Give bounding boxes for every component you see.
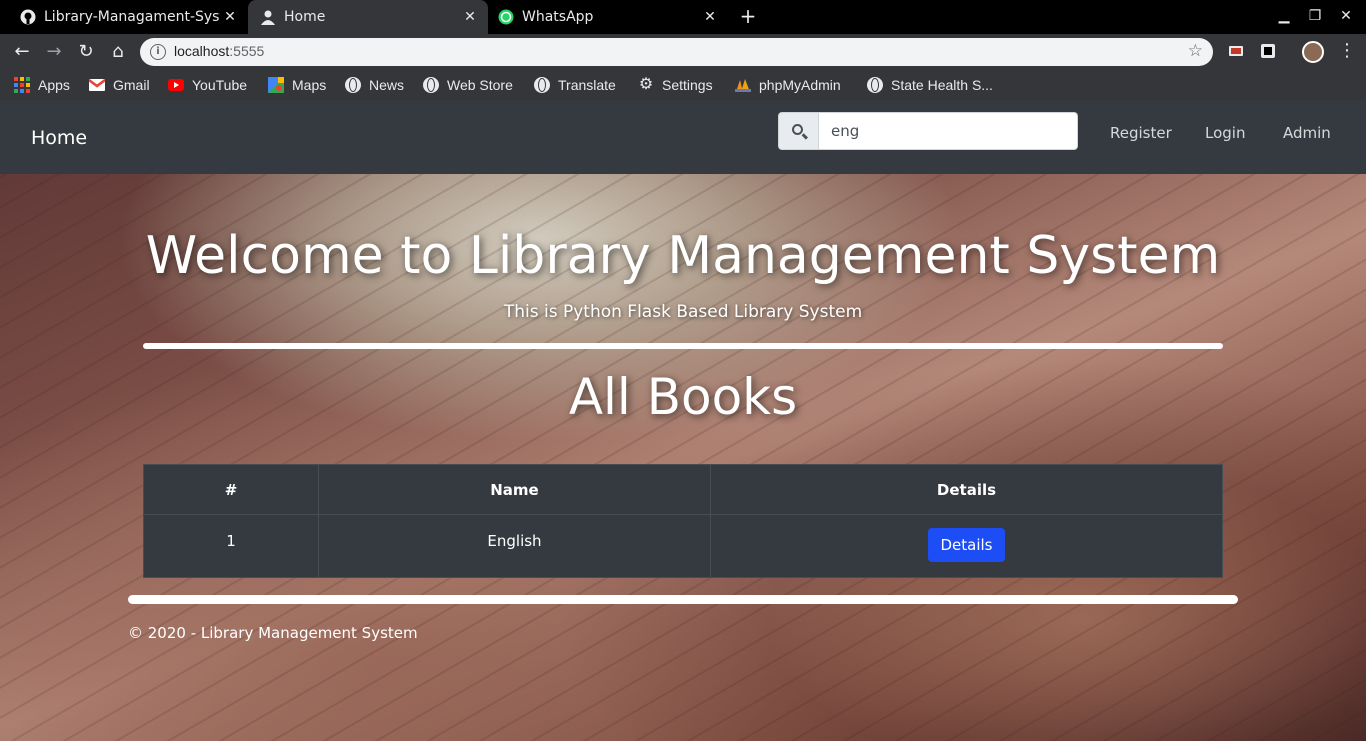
bookmark-label: News: [369, 77, 405, 93]
globe-icon: [534, 77, 550, 93]
gear-icon: ⚙: [638, 76, 654, 93]
bookmark-label: phpMyAdmin: [759, 77, 841, 93]
divider: [143, 343, 1223, 349]
close-icon[interactable]: ✕: [222, 9, 238, 25]
bookmark-translate[interactable]: Translate: [534, 76, 616, 94]
youtube-icon: [168, 79, 184, 91]
apps-grid-icon: [14, 77, 30, 93]
bookmark-youtube[interactable]: YouTube: [168, 76, 247, 94]
footer-text: © 2020 - Library Management System: [128, 624, 418, 642]
tab-whatsapp[interactable]: WhatsApp ✕: [488, 0, 728, 34]
column-header-number: #: [143, 464, 319, 515]
url-host: localhost: [174, 43, 230, 59]
info-icon[interactable]: i: [150, 44, 166, 60]
close-icon[interactable]: ✕: [702, 9, 718, 25]
bookmark-label: YouTube: [192, 77, 248, 93]
search-icon: [792, 124, 803, 135]
bookmark-news[interactable]: News: [345, 76, 404, 94]
globe-icon: [345, 77, 361, 93]
navbar-brand-home[interactable]: Home: [31, 127, 87, 149]
window-close-icon[interactable]: ✕: [1336, 6, 1356, 26]
cell-number: 1: [143, 514, 319, 578]
details-button[interactable]: Details: [928, 528, 1005, 562]
bookmark-apps[interactable]: Apps: [14, 76, 70, 94]
maximize-icon[interactable]: ❐: [1305, 6, 1325, 26]
search-addon: [778, 112, 819, 150]
address-url: localhost:5555: [174, 43, 264, 59]
bookmark-label: Apps: [38, 77, 70, 93]
close-icon[interactable]: ✕: [462, 9, 478, 25]
cast-icon[interactable]: [1228, 43, 1244, 59]
extension-icon[interactable]: [1260, 43, 1276, 59]
globe-icon: [867, 77, 883, 93]
bookmark-label: Translate: [558, 77, 616, 93]
nav-link-login[interactable]: Login: [1205, 124, 1245, 142]
github-icon: [20, 9, 36, 25]
bookmarks-bar: Apps Gmail YouTube Maps News Web Store T…: [0, 70, 1366, 100]
new-tab-plus-icon[interactable]: +: [738, 6, 758, 26]
column-header-details: Details: [710, 464, 1223, 515]
tab-github[interactable]: Library-Managament-Syst ✕: [0, 0, 248, 34]
url-port: :5555: [229, 43, 265, 59]
divider: [128, 595, 1238, 604]
back-arrow-icon[interactable]: ←: [11, 41, 33, 63]
person-icon: [261, 10, 275, 25]
reload-icon[interactable]: ↻: [75, 41, 97, 63]
bookmark-web-store[interactable]: Web Store: [423, 76, 513, 94]
profile-avatar[interactable]: [1302, 41, 1324, 63]
globe-icon: [423, 77, 439, 93]
tab-title: Library-Managament-Syst: [44, 9, 220, 25]
browser-toolbar: ← → ↻ ⌂ i localhost:5555 ☆ ⋮: [0, 34, 1366, 70]
menu-kebab-icon[interactable]: ⋮: [1338, 40, 1356, 62]
maps-icon: [268, 77, 284, 93]
tab-title: WhatsApp: [522, 9, 594, 25]
forward-arrow-icon[interactable]: →: [43, 41, 65, 63]
bookmark-maps[interactable]: Maps: [268, 76, 326, 94]
books-table: # Name Details 1 English Details: [143, 464, 1223, 578]
bookmark-gmail[interactable]: Gmail: [89, 76, 150, 94]
phpmyadmin-icon: [735, 79, 751, 92]
cell-name: English: [318, 514, 711, 578]
bookmark-settings[interactable]: ⚙ Settings: [638, 76, 713, 94]
search-input[interactable]: [819, 112, 1078, 150]
page-body: Home Register Login Admin Welcome to Lib…: [0, 100, 1366, 741]
minimize-icon[interactable]: ▁: [1274, 6, 1294, 26]
home-icon[interactable]: ⌂: [107, 41, 129, 63]
search-group: [778, 112, 1078, 150]
bookmark-state-health[interactable]: State Health S...: [867, 76, 993, 94]
hero-title: Welcome to Library Management System: [145, 226, 1221, 286]
bookmark-label: State Health S...: [891, 77, 993, 93]
bookmark-phpmyadmin[interactable]: phpMyAdmin: [735, 76, 841, 94]
bookmark-label: Gmail: [113, 77, 150, 93]
nav-link-register[interactable]: Register: [1110, 124, 1172, 142]
bookmark-label: Maps: [292, 77, 327, 93]
gmail-icon: [89, 79, 105, 91]
whatsapp-icon: [498, 9, 514, 25]
tab-title: Home: [284, 9, 326, 25]
navbar: Home Register Login Admin: [0, 100, 1366, 174]
section-title: All Books: [568, 368, 798, 426]
table-header-row: # Name Details: [143, 464, 1223, 515]
cell-details: Details: [710, 514, 1223, 578]
table-row: 1 English Details: [143, 514, 1223, 578]
bookmark-label: Settings: [662, 77, 713, 93]
tab-home[interactable]: Home ✕: [248, 0, 488, 34]
bookmark-label: Web Store: [447, 77, 513, 93]
nav-link-admin[interactable]: Admin: [1283, 124, 1331, 142]
column-header-name: Name: [318, 464, 711, 515]
hero-subtitle: This is Python Flask Based Library Syste…: [503, 302, 863, 322]
bookmark-star-icon[interactable]: ☆: [1188, 41, 1203, 61]
browser-tab-bar: Library-Managament-Syst ✕ Home ✕ WhatsAp…: [0, 0, 1366, 34]
address-bar[interactable]: i localhost:5555 ☆: [140, 38, 1213, 66]
